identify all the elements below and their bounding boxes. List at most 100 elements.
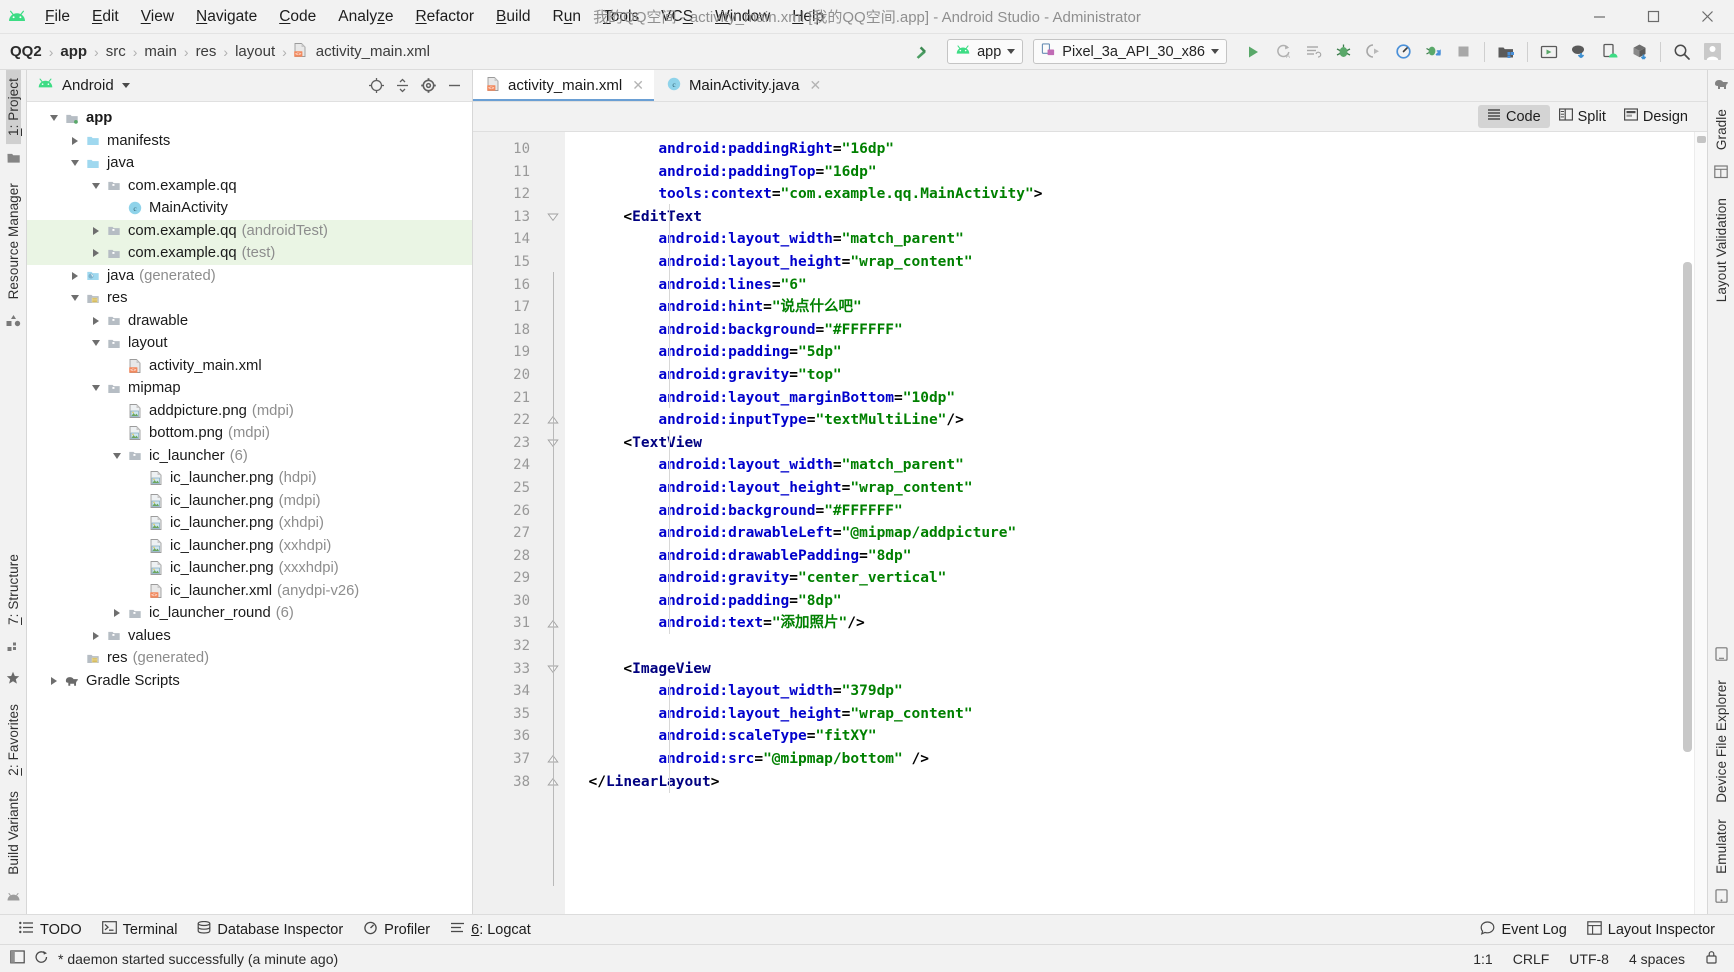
project-files-icon[interactable] <box>6 151 20 168</box>
tree-toggle[interactable] <box>66 271 83 280</box>
code-text-area[interactable]: android:paddingRight="16dp" android:padd… <box>565 132 1694 914</box>
tree-node-ic-launcher-round[interactable]: ic_launcher_round (6) <box>27 602 472 625</box>
menu-edit[interactable]: Edit <box>81 5 130 29</box>
tree-node-mainactivity[interactable]: c MainActivity <box>27 197 472 220</box>
expand-arrow-right-icon[interactable] <box>92 249 99 258</box>
tree-node-ic-launcher-xml[interactable]: <> ic_launcher.xml (anydpi-v26) <box>27 580 472 603</box>
tree-node-java[interactable]: java (generated) <box>27 265 472 288</box>
tree-node-com-example-qq[interactable]: com.example.qq (androidTest) <box>27 219 472 242</box>
close-button[interactable] <box>1680 0 1734 34</box>
code-line[interactable]: android:lines="6" <box>565 274 1694 297</box>
fold-marker[interactable] <box>541 206 565 229</box>
tree-node-ic-launcher[interactable]: ic_launcher (6) <box>27 445 472 468</box>
code-line[interactable]: android:padding="5dp" <box>565 341 1694 364</box>
toolwindow-tab-resource-manager[interactable]: Resource Manager <box>6 175 21 307</box>
expand-arrow-right-icon[interactable] <box>71 136 78 145</box>
tree-node-ic-launcher-png[interactable]: ic_launcher.png (hdpi) <box>27 467 472 490</box>
account-avatar-icon[interactable] <box>1698 38 1726 66</box>
code-line[interactable]: android:layout_height="wrap_content" <box>565 251 1694 274</box>
code-line[interactable]: android:text="添加照片"/> <box>565 612 1694 635</box>
emulator-icon[interactable] <box>1714 889 1728 907</box>
editor-mode-split[interactable]: Split <box>1550 105 1615 128</box>
toolwindow-tab-project[interactable]: 1: Project <box>5 70 21 145</box>
code-line[interactable]: tools:context="com.example.qq.MainActivi… <box>565 183 1694 206</box>
toolwindow-tab-layout-validation[interactable]: Layout Validation <box>1714 190 1729 310</box>
scrollbar-thumb[interactable] <box>1683 262 1692 752</box>
code-line[interactable]: <TextView <box>565 432 1694 455</box>
run-configuration-selector[interactable]: app <box>947 39 1024 64</box>
toolwindow-button-logcat[interactable]: 6: Logcat <box>441 918 540 941</box>
project-tree[interactable]: app manifests java com.example.qq c MainActiv… <box>27 102 472 914</box>
run-tests-icon[interactable] <box>1299 38 1327 66</box>
tree-toggle[interactable] <box>66 136 83 145</box>
code-line[interactable]: <EditText <box>565 206 1694 229</box>
hide-panel-icon[interactable] <box>442 74 466 98</box>
tree-toggle[interactable] <box>66 160 83 167</box>
toolwindow-tab-build-variants[interactable]: Build Variants <box>6 783 21 883</box>
indent-setting[interactable]: 4 spaces <box>1629 951 1685 967</box>
editor-tab-activity-main-xml[interactable]: <> activity_main.xml ✕ <box>473 70 654 101</box>
tree-node-ic-launcher-png[interactable]: ic_launcher.png (xxhdpi) <box>27 535 472 558</box>
code-line[interactable]: android:src="@mipmap/bottom" /> <box>565 748 1694 771</box>
code-line[interactable]: android:layout_marginBottom="10dp" <box>565 387 1694 410</box>
maximize-button[interactable] <box>1626 0 1680 34</box>
tree-toggle[interactable] <box>87 249 104 258</box>
toolwindow-button-terminal[interactable]: Terminal <box>93 918 187 941</box>
tree-node-manifests[interactable]: manifests <box>27 130 472 153</box>
run-icon[interactable] <box>1239 38 1267 66</box>
menu-refactor[interactable]: Refactor <box>404 5 485 29</box>
avd-manager-icon[interactable] <box>1535 38 1563 66</box>
device-selector[interactable]: Pixel_3a_API_30_x86 <box>1033 39 1227 64</box>
resource-shapes-icon[interactable] <box>6 314 21 331</box>
tree-node-com-example-qq[interactable]: com.example.qq <box>27 175 472 198</box>
toolwindow-tab-device-file-explorer[interactable]: Device File Explorer <box>1714 672 1729 811</box>
tree-node-com-example-qq[interactable]: com.example.qq (test) <box>27 242 472 265</box>
line-separator[interactable]: CRLF <box>1513 951 1550 967</box>
tree-node-ic-launcher-png[interactable]: ic_launcher.png (xxxhdpi) <box>27 557 472 580</box>
menu-analyze[interactable]: Analyze <box>327 5 404 29</box>
stop-icon[interactable] <box>1449 38 1477 66</box>
build-hammer-icon[interactable] <box>907 38 935 66</box>
expand-arrow-right-icon[interactable] <box>92 226 99 235</box>
code-line[interactable]: android:gravity="top" <box>565 364 1694 387</box>
profiler-icon[interactable] <box>1389 38 1417 66</box>
tree-toggle[interactable] <box>87 631 104 640</box>
code-line[interactable] <box>565 635 1694 658</box>
code-line[interactable]: android:drawablePadding="8dp" <box>565 545 1694 568</box>
expand-arrow-right-icon[interactable] <box>113 609 120 618</box>
code-editor[interactable]: 10 11 12 13 14 15 16 17 18 19 20 21 22 23 24 25 26 27 28 29… <box>473 132 1707 914</box>
attach-debugger-icon[interactable] <box>1359 38 1387 66</box>
toolwindow-button-database-inspector[interactable]: Database Inspector <box>188 918 352 941</box>
breadcrumb-app[interactable]: app <box>58 43 89 60</box>
search-icon[interactable] <box>1668 38 1696 66</box>
tree-node-java[interactable]: java <box>27 152 472 175</box>
tree-node-res[interactable]: res <box>27 287 472 310</box>
expand-arrow-down-icon[interactable] <box>91 182 100 189</box>
tree-toggle[interactable] <box>87 385 104 392</box>
code-line[interactable]: android:hint="说点什么吧" <box>565 296 1694 319</box>
breadcrumb-src[interactable]: src <box>104 43 128 60</box>
code-line[interactable]: android:inputType="textMultiLine"/> <box>565 409 1694 432</box>
code-line[interactable]: android:layout_height="wrap_content" <box>565 703 1694 726</box>
toolwindow-tab-gradle[interactable]: Gradle <box>1714 101 1729 158</box>
tree-node-bottom-png[interactable]: bottom.png (mdpi) <box>27 422 472 445</box>
code-line[interactable]: </LinearLayout> <box>565 771 1694 794</box>
tree-node-ic-launcher-png[interactable]: ic_launcher.png (mdpi) <box>27 490 472 513</box>
sync-gradle-icon[interactable] <box>1565 38 1593 66</box>
minimize-button[interactable] <box>1572 0 1626 34</box>
menu-view[interactable]: View <box>130 5 185 29</box>
code-line[interactable]: android:background="#FFFFFF" <box>565 500 1694 523</box>
breadcrumb-file[interactable]: <> activity_main.xml <box>292 42 432 62</box>
tree-node-app[interactable]: app <box>27 107 472 130</box>
rerun-icon[interactable]: A <box>1269 38 1297 66</box>
tree-toggle[interactable] <box>66 295 83 302</box>
code-line[interactable]: android:background="#FFFFFF" <box>565 319 1694 342</box>
expand-arrow-down-icon[interactable] <box>70 160 79 167</box>
tree-node-gradle-scripts[interactable]: Gradle Scripts <box>27 670 472 693</box>
editor-mode-design[interactable]: Design <box>1615 105 1697 128</box>
expand-arrow-down-icon[interactable] <box>112 452 121 459</box>
expand-arrow-right-icon[interactable] <box>92 631 99 640</box>
tree-toggle[interactable] <box>108 609 125 618</box>
debug-icon[interactable] <box>1329 38 1357 66</box>
device-file-explorer-icon[interactable] <box>1714 647 1728 665</box>
